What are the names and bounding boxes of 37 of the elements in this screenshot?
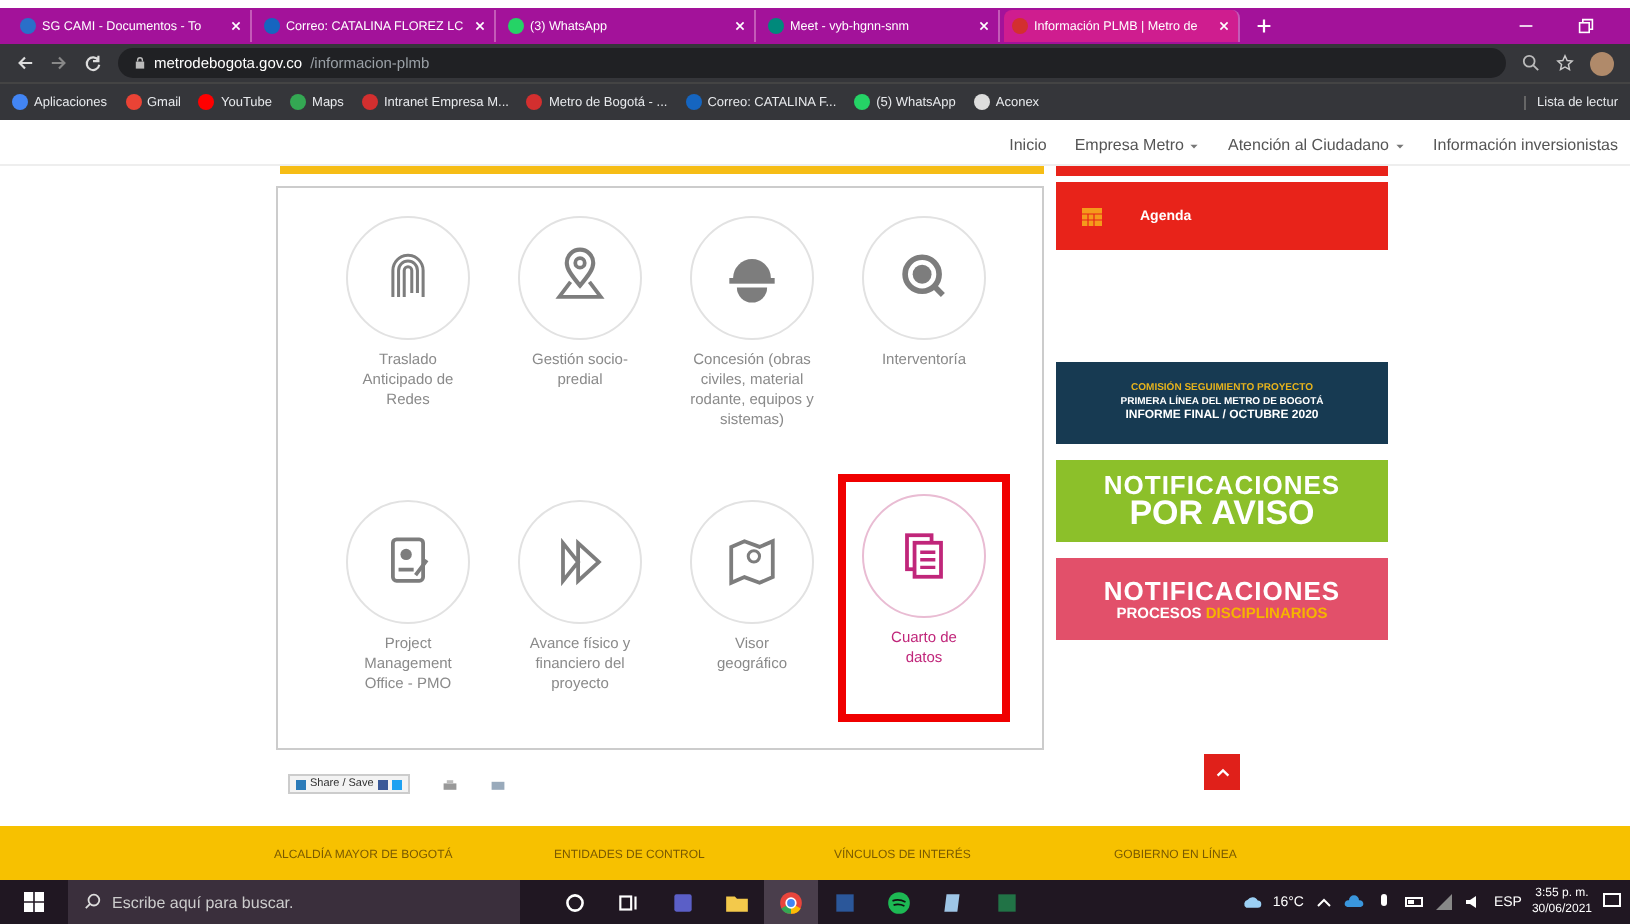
cortana-icon <box>562 889 588 915</box>
caret-icon[interactable] <box>1188 139 1200 151</box>
forward-icon[interactable] <box>50 54 68 72</box>
scroll-top-button[interactable] <box>1204 754 1240 790</box>
nav-link[interactable]: Empresa Metro <box>1074 136 1184 154</box>
caret-icon[interactable] <box>1393 139 1406 151</box>
chrome-icon <box>778 889 804 915</box>
close-icon[interactable] <box>978 20 990 32</box>
cloud-icon[interactable] <box>1343 892 1364 912</box>
start-icon[interactable] <box>24 892 44 912</box>
new-tab-icon[interactable] <box>1256 18 1272 34</box>
close-icon[interactable] <box>230 20 242 32</box>
calendar-icon <box>1080 204 1104 228</box>
back-icon[interactable] <box>16 54 34 72</box>
reload-icon[interactable] <box>84 54 102 72</box>
battery-icon[interactable] <box>1403 892 1424 912</box>
avatar-icon[interactable] <box>1590 51 1614 75</box>
star-icon[interactable] <box>1556 54 1574 72</box>
spotify-icon <box>886 889 912 915</box>
close-icon[interactable] <box>1218 20 1230 32</box>
weather-icon[interactable] <box>1242 892 1263 912</box>
nav-link[interactable]: Inicio <box>1009 136 1047 154</box>
chevron-up-icon <box>1213 763 1231 781</box>
close-icon[interactable] <box>734 20 746 32</box>
task-view-icon <box>616 889 642 915</box>
zoom-icon[interactable] <box>1522 54 1540 72</box>
notification-icon[interactable] <box>1602 892 1622 912</box>
search-field[interactable]: Escribe aquí para buscar. <box>68 880 520 924</box>
search-icon <box>84 892 102 910</box>
close-icon[interactable] <box>474 20 486 32</box>
lock-icon <box>134 56 146 70</box>
taskbar-app[interactable] <box>764 880 818 924</box>
nav-link[interactable]: Atención al Ciudadano <box>1228 136 1390 154</box>
restore-icon[interactable] <box>1578 18 1594 34</box>
print-icon[interactable] <box>441 777 458 791</box>
wifi-icon[interactable] <box>1433 892 1454 912</box>
nav-link[interactable]: Información inversionistas <box>1433 136 1618 154</box>
